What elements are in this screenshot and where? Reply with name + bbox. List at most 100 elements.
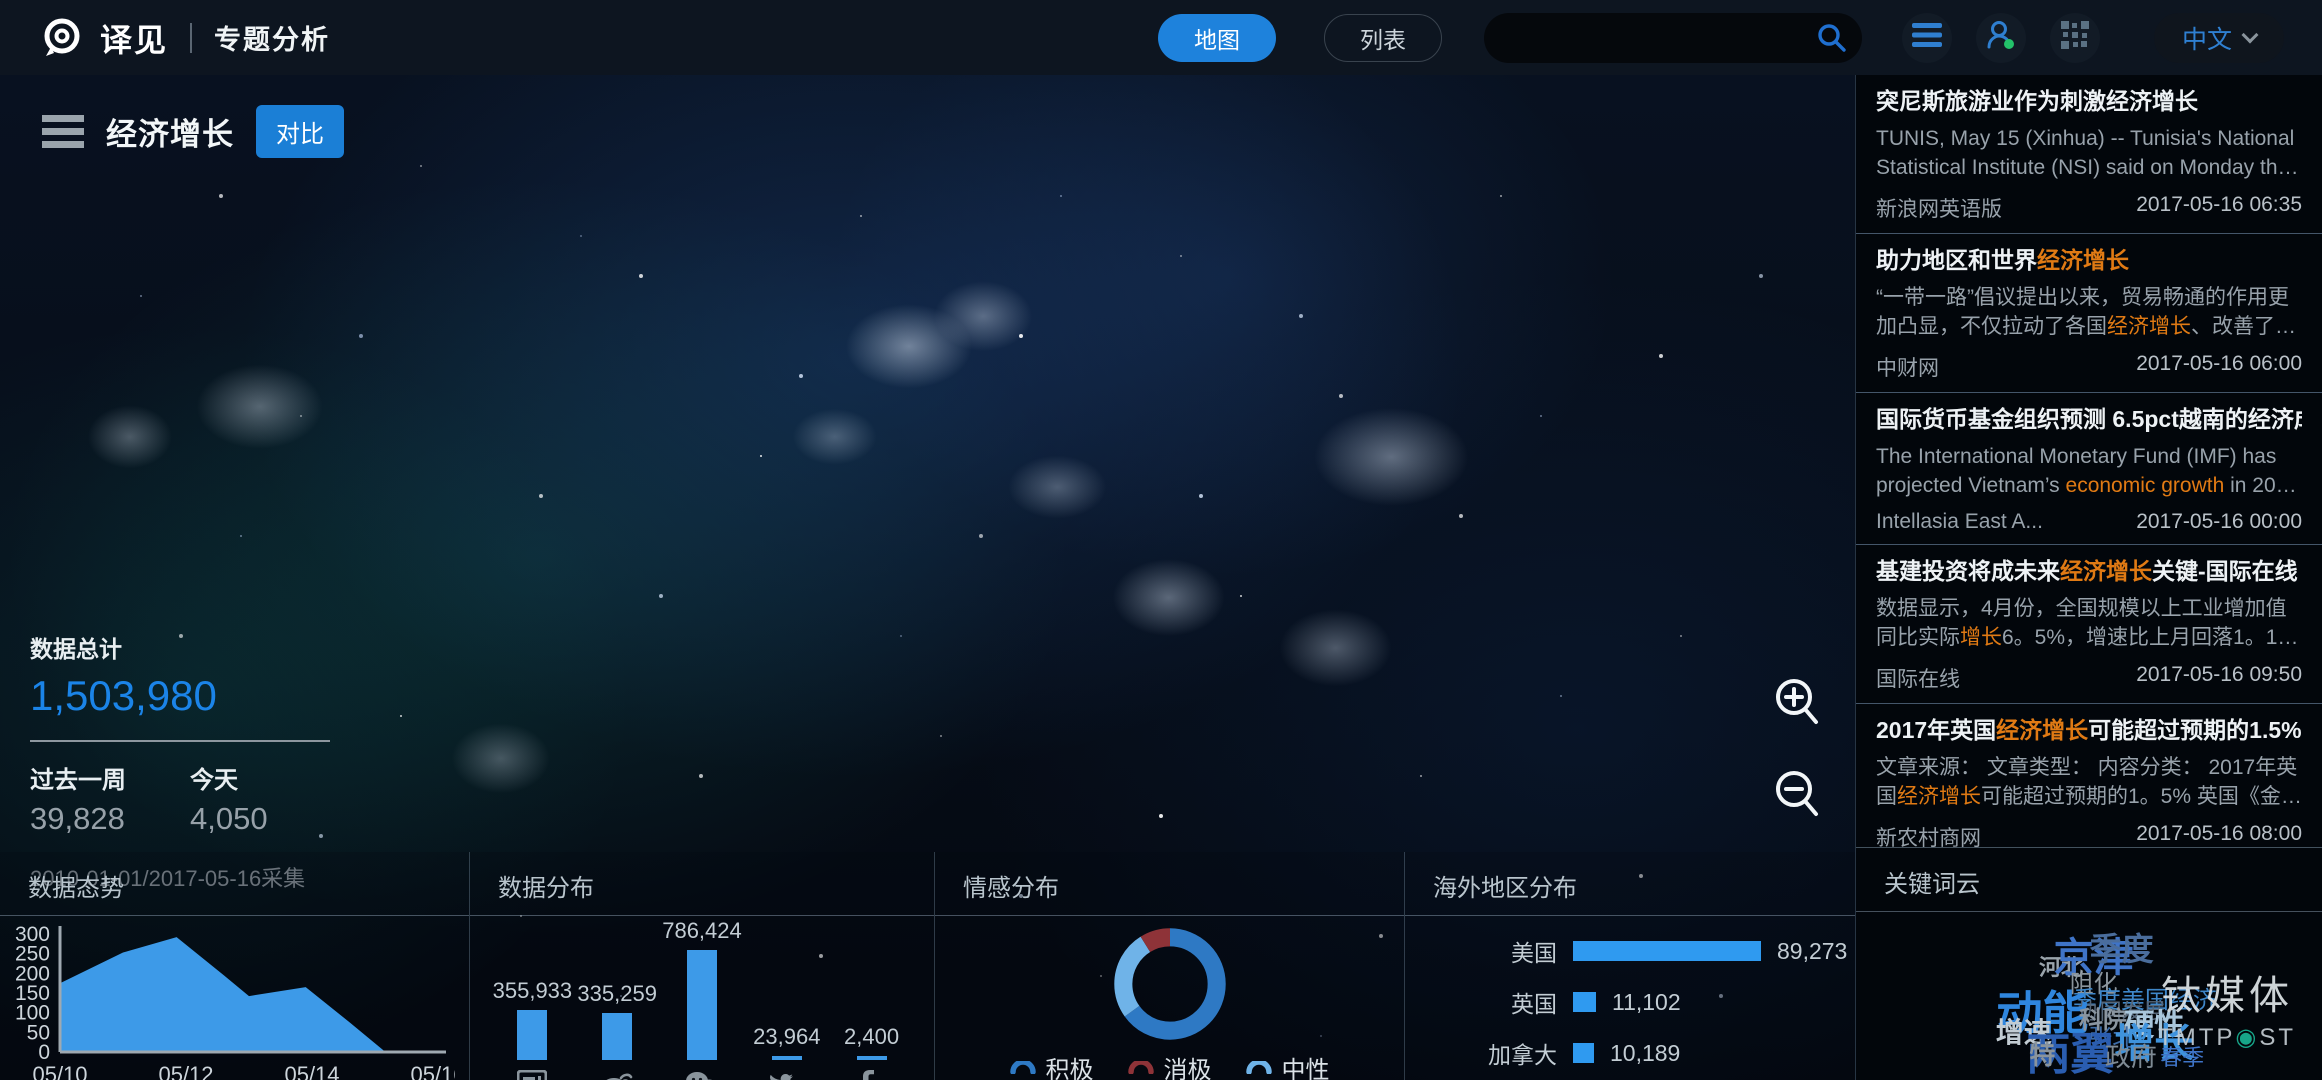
news-title: 基建投资将成未来经济增长关键-国际在线	[1876, 557, 2302, 587]
bar-value-label: 786,424	[662, 918, 742, 944]
watermark-name: 钛媒体	[2158, 963, 2296, 1021]
news-item[interactable]: 基建投资将成未来经济增长关键-国际在线 数据显示，4月份，全国规模以上工业增加值…	[1856, 545, 2322, 704]
week-label: 过去一周	[30, 760, 190, 795]
legend-item: 中性	[1246, 1050, 1330, 1080]
twitter-icon: -	[744, 1070, 829, 1080]
news-timestamp: 2017-05-16 06:35	[2136, 193, 2302, 223]
bar-value-label: 2,400	[844, 1024, 899, 1050]
today-label: 今天	[190, 760, 350, 795]
zoom-in-button[interactable]	[1771, 675, 1823, 731]
watermark-brand: TMTP◉ST	[2158, 1023, 2296, 1052]
tmtpost-watermark: 钛媒体 TMTP◉ST	[2158, 963, 2296, 1052]
news-timestamp: 2017-05-16 00:00	[2136, 510, 2302, 534]
menu-button[interactable]	[1902, 13, 1952, 63]
news-item[interactable]: 国际货币基金组织预测 6.5pct越南的经济成长在 2017 The Inter…	[1856, 393, 2322, 546]
news-list: 突尼斯旅游业作为刺激经济增长 TUNIS, May 15 (Xinhua) --…	[1856, 75, 2322, 847]
legend-item: 积极	[1010, 1050, 1094, 1080]
regions-bar-chart: 美国89,273英国11,102加拿大10,189印度5,030澳大利亚3,67…	[1405, 934, 1855, 1080]
news-item[interactable]: 突尼斯旅游业作为刺激经济增长 TUNIS, May 15 (Xinhua) --…	[1856, 75, 2322, 234]
keyword: 季度	[2090, 933, 2154, 965]
news-meta: 国际在线 2017-05-16 09:50	[1876, 663, 2302, 693]
news-source: 新农村商网	[1876, 822, 1981, 847]
source-bar-news: 355,933	[490, 978, 575, 1060]
weibo-icon	[575, 1070, 660, 1080]
header-icons: 中文	[1902, 13, 2284, 63]
trend-area-chart: 05010015020025030005/1005/1205/1405/16	[0, 918, 455, 1080]
divider	[1405, 915, 1855, 916]
logo-text: 译见	[100, 15, 168, 61]
language-selector[interactable]: 中文	[2154, 13, 2284, 63]
search-input[interactable]	[1484, 13, 1862, 63]
svg-text:05/10: 05/10	[32, 1062, 87, 1080]
panel-keyword-cloud: 关键词云 河北京津季度阻化季度美国经济协同发展动能科院硬性增速张北增长两翼政府特…	[1856, 847, 2322, 1080]
panel-title: 情感分布	[935, 862, 1404, 915]
compare-button[interactable]: 对比	[256, 105, 344, 158]
zoom-out-button[interactable]	[1771, 767, 1823, 823]
chevron-down-icon	[2242, 26, 2259, 43]
news-title: 2017年英国经济增长可能超过预期的1.5% -地方	[1876, 716, 2302, 746]
news-snippet: 数据显示，4月份，全国规模以上工业增加值同比实际增长6。5%，增速比上月回落1。…	[1876, 595, 2302, 653]
legend-item: 消极	[1128, 1050, 1212, 1080]
source-bar-twitter: 23,964	[744, 1024, 829, 1060]
top-bar: 译见 专题分析 地图 列表	[0, 0, 2322, 75]
search-icon[interactable]	[1816, 22, 1848, 59]
source-bar-wechat: 786,424	[660, 918, 745, 1060]
keyword: 特	[2029, 1042, 2055, 1068]
svg-text:05/16: 05/16	[410, 1062, 455, 1080]
sentiment-legend: 积极 消极 中性	[935, 1050, 1404, 1080]
logo-divider	[190, 23, 192, 53]
divider	[470, 915, 934, 916]
news-icon	[490, 1070, 575, 1080]
news-snippet: TUNIS, May 15 (Xinhua) -- Tunisia's Nati…	[1876, 125, 2302, 183]
source-bar-weibo: 335,259	[575, 981, 660, 1060]
news-panel: 突尼斯旅游业作为刺激经济增长 TUNIS, May 15 (Xinhua) --…	[1855, 75, 2322, 1080]
source-bar-facebook: 2,400	[829, 1024, 914, 1060]
panel-data-distribution: 数据分布 355,933335,259 786,424 23,964 2,400 --	[470, 852, 935, 1080]
sentiment-donut-chart	[1106, 920, 1234, 1048]
search-box	[1484, 13, 1862, 63]
panel-overseas-regions: 海外地区分布 美国89,273英国11,102加拿大10,189印度5,030澳…	[1405, 852, 1855, 1080]
news-source: Intellasia East A...	[1876, 510, 2043, 534]
region-row: 美国89,273	[1425, 934, 1855, 968]
news-timestamp: 2017-05-16 06:00	[2136, 352, 2302, 382]
user-button[interactable]	[1976, 13, 2026, 63]
total-value: 1,503,980	[30, 672, 360, 720]
total-label: 数据总计	[30, 630, 360, 664]
list-view-button[interactable]: 列表	[1324, 14, 1442, 62]
panel-title: 数据态势	[0, 862, 469, 915]
facebook-icon: -	[829, 1070, 914, 1080]
map-view-button[interactable]: 地图	[1158, 14, 1276, 62]
map-zoom-controls	[1771, 675, 1823, 823]
panel-data-trend: 数据态势 05010015020025030005/1005/1205/1405…	[0, 852, 470, 1080]
svg-text:300: 300	[15, 923, 50, 946]
news-meta: 新农村商网 2017-05-16 08:00	[1876, 822, 2302, 847]
news-item[interactable]: 2017年英国经济增长可能超过预期的1.5% -地方 文章来源： 文章类型： 内…	[1856, 704, 2322, 847]
divider	[935, 915, 1404, 916]
svg-text:50: 50	[27, 1021, 50, 1044]
divider	[30, 740, 330, 742]
news-item[interactable]: 助力地区和世界经济增长 “一带一路”倡议提出以来，贸易畅通的作用更加凸显，不仅拉…	[1856, 234, 2322, 393]
news-snippet: The International Monetary Fund (IMF) ha…	[1876, 443, 2302, 501]
bar-value-label: 335,259	[577, 981, 657, 1007]
panel-title: 海外地区分布	[1405, 862, 1855, 915]
panel-title: 数据分布	[470, 862, 934, 915]
svg-text:150: 150	[15, 982, 50, 1005]
topic-bar: 经济增长 对比	[42, 105, 344, 158]
topic-menu-icon[interactable]	[42, 115, 84, 148]
hamburger-icon	[1912, 23, 1942, 52]
qrcode-button[interactable]	[2050, 13, 2100, 63]
svg-text:05/14: 05/14	[284, 1062, 339, 1080]
divider	[0, 915, 469, 916]
svg-text:05/12: 05/12	[158, 1062, 213, 1080]
svg-text:100: 100	[15, 1002, 50, 1025]
news-title: 助力地区和世界经济增长	[1876, 246, 2302, 276]
world-map[interactable]: 经济增长 对比 数据总计 1,503,980 过去一周 39,828 今天 4,…	[0, 75, 1855, 1080]
svg-text:200: 200	[15, 962, 50, 985]
language-label: 中文	[2182, 20, 2232, 56]
news-timestamp: 2017-05-16 08:00	[2136, 822, 2302, 847]
news-source: 国际在线	[1876, 663, 1960, 693]
bar-value-label: 355,933	[493, 978, 573, 1004]
news-meta: 中财网 2017-05-16 06:00	[1876, 352, 2302, 382]
page-title: 专题分析	[214, 18, 330, 57]
svg-text:0: 0	[38, 1041, 50, 1064]
